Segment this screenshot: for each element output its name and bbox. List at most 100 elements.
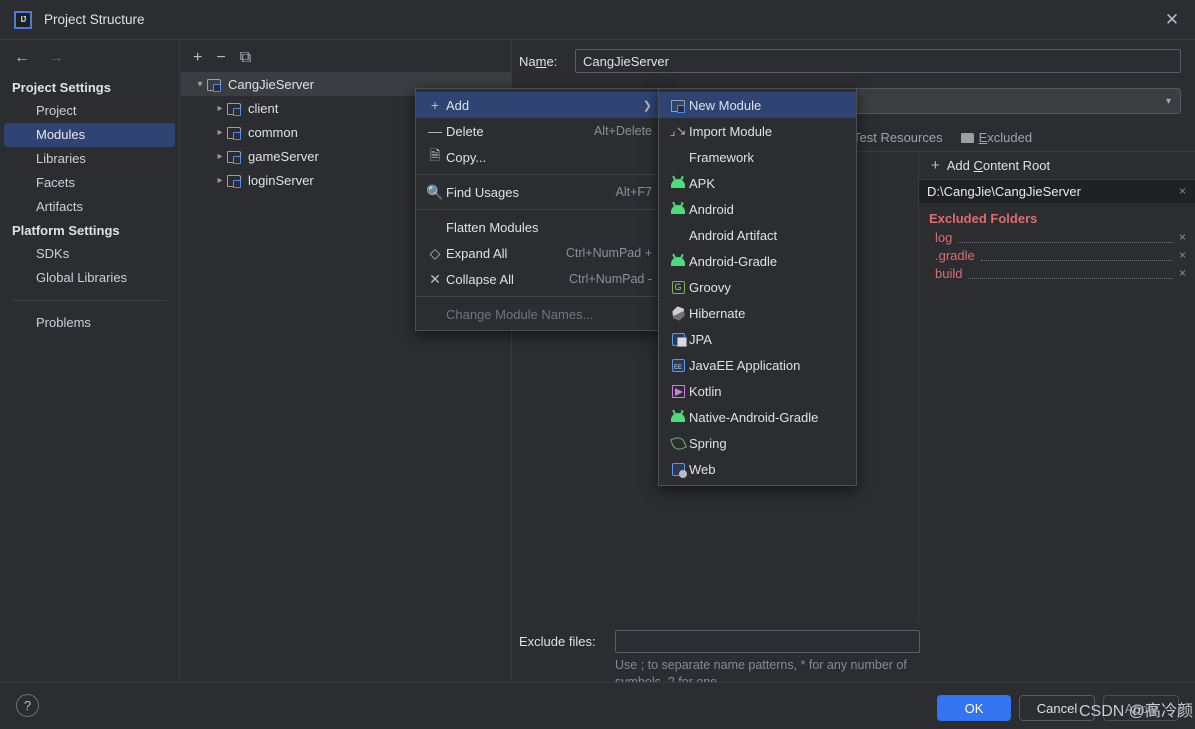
android-icon <box>667 178 689 188</box>
submenu-item-jpa[interactable]: JPA <box>659 326 856 352</box>
android-icon <box>667 412 689 422</box>
tab-label: Test Resources <box>853 130 943 145</box>
sidebar-group-platform-settings: Platform Settings <box>12 223 120 238</box>
project-structure-dialog: IJ Project Structure ✕ ← → Project Setti… <box>0 0 1195 729</box>
submenu-item-android-gradle[interactable]: Android-Gradle <box>659 248 856 274</box>
sidebar-item-libraries[interactable]: Libraries <box>4 147 175 171</box>
menu-item-shortcut: Ctrl+NumPad + <box>565 246 652 260</box>
spring-icon <box>667 434 689 452</box>
submenu-item-new-module[interactable]: New Module <box>659 92 856 118</box>
excluded-folder-name: log <box>935 229 953 245</box>
submenu-item-label: Groovy <box>689 279 731 295</box>
submenu-item-apk[interactable]: APK <box>659 170 856 196</box>
submenu-item-android[interactable]: Android <box>659 196 856 222</box>
excluded-folder-row[interactable]: .gradle × <box>919 246 1195 264</box>
submenu-item-label: Kotlin <box>689 383 722 399</box>
remove-excluded-folder-icon[interactable]: × <box>1179 248 1195 262</box>
help-button[interactable]: ? <box>16 694 39 717</box>
title-bar: IJ Project Structure ✕ <box>0 0 1195 40</box>
menu-item-change-module-names: Change Module Names... <box>416 301 662 327</box>
module-icon <box>667 99 689 113</box>
ok-button[interactable]: OK <box>937 695 1011 721</box>
submenu-item-hibernate[interactable]: Hibernate <box>659 300 856 326</box>
menu-item-label: Flatten Modules <box>446 219 539 235</box>
add-content-root-label: Add Content Root <box>946 158 1051 173</box>
submenu-item-javaee-application[interactable]: EE JavaEE Application <box>659 352 856 378</box>
sidebar-item-artifacts[interactable]: Artifacts <box>4 195 175 219</box>
menu-item-delete[interactable]: — Delete Alt+Delete <box>416 118 662 144</box>
submenu-item-label: Framework <box>689 149 755 165</box>
kotlin-icon <box>667 384 689 398</box>
module-name-input[interactable] <box>575 49 1181 73</box>
remove-excluded-folder-icon[interactable]: × <box>1179 230 1195 244</box>
excluded-folder-row[interactable]: build × <box>919 264 1195 282</box>
tab-excluded[interactable]: Excluded <box>960 130 1033 151</box>
sidebar-item-sdks[interactable]: SDKs <box>4 242 175 266</box>
menu-item-flatten-modules[interactable]: Flatten Modules <box>416 214 662 240</box>
content-roots-pane: + Add Content Root D:\CangJie\CangJieSer… <box>919 152 1195 622</box>
dotted-leader <box>958 232 1173 243</box>
settings-sidebar: ← → Project Settings Project Modules Lib… <box>0 40 180 681</box>
sidebar-item-project[interactable]: Project <box>4 99 175 123</box>
excluded-folder-name: .gradle <box>935 247 975 263</box>
copy-module-icon[interactable]: ⧉ <box>240 50 251 66</box>
remove-content-root-icon[interactable]: × <box>1179 180 1186 203</box>
menu-item-label: Expand All <box>446 245 508 261</box>
plus-icon: + <box>430 97 440 113</box>
submenu-item-label: JPA <box>689 331 712 347</box>
remove-module-icon[interactable]: − <box>216 50 225 66</box>
menu-item-find-usages[interactable]: 🔍 Find Usages Alt+F7 <box>416 179 662 205</box>
dotted-leader <box>980 250 1173 261</box>
module-context-menu: + Add ❯ — Delete Alt+Delete 🗎 Copy... 🔍 … <box>415 88 663 331</box>
menu-separator <box>416 174 662 175</box>
close-icon[interactable]: ✕ <box>1149 0 1195 40</box>
submenu-item-kotlin[interactable]: Kotlin <box>659 378 856 404</box>
chevron-right-icon[interactable]: ▸ <box>213 151 227 162</box>
submenu-item-import-module[interactable]: ⌟↘ Import Module <box>659 118 856 144</box>
sidebar-item-facets[interactable]: Facets <box>4 171 175 195</box>
folder-icon <box>960 132 974 143</box>
exclude-files-label: Exclude files: <box>519 634 596 649</box>
submenu-item-native-android-gradle[interactable]: Native-Android-Gradle <box>659 404 856 430</box>
chevron-down-icon[interactable]: ▾ <box>193 79 207 90</box>
import-icon: ⌟↘ <box>669 123 687 138</box>
plus-icon: + <box>931 157 940 174</box>
menu-item-add[interactable]: + Add ❯ <box>416 92 662 118</box>
menu-item-label: Add <box>446 97 470 113</box>
submenu-item-android-artifact[interactable]: Android Artifact <box>659 222 856 248</box>
sidebar-item-modules[interactable]: Modules <box>4 123 175 147</box>
chevron-down-icon[interactable]: ▾ <box>1166 96 1171 107</box>
forward-arrow-icon[interactable]: → <box>48 49 64 67</box>
sidebar-item-problems[interactable]: Problems <box>4 311 175 335</box>
javaee-icon: EE <box>667 358 689 372</box>
submenu-item-spring[interactable]: Spring <box>659 430 856 456</box>
tab-test-resources[interactable]: Test Resources <box>853 130 943 151</box>
copy-icon: 🗎 <box>429 147 441 163</box>
submenu-item-web[interactable]: Web <box>659 456 856 482</box>
android-icon <box>667 204 689 214</box>
remove-excluded-folder-icon[interactable]: × <box>1179 266 1195 280</box>
content-root-path-label: D:\CangJie\CangJieServer <box>927 184 1081 199</box>
sidebar-item-global-libraries[interactable]: Global Libraries <box>4 266 175 290</box>
submenu-item-label: Web <box>689 461 716 477</box>
cancel-button[interactable]: Cancel <box>1019 695 1095 721</box>
submenu-item-groovy[interactable]: G Groovy <box>659 274 856 300</box>
chevron-right-icon[interactable]: ▸ <box>213 127 227 138</box>
tab-label: Excluded <box>978 130 1033 145</box>
module-icon <box>227 126 242 140</box>
back-arrow-icon[interactable]: ← <box>14 49 30 67</box>
apply-button[interactable]: Apply <box>1103 695 1179 721</box>
submenu-item-framework[interactable]: Framework <box>659 144 856 170</box>
excluded-folder-row[interactable]: log × <box>919 228 1195 246</box>
content-root-path[interactable]: D:\CangJie\CangJieServer × <box>919 180 1195 203</box>
add-module-icon[interactable]: + <box>193 50 202 66</box>
menu-item-copy[interactable]: 🗎 Copy... <box>416 144 662 170</box>
menu-item-collapse-all[interactable]: ✕ Collapse All Ctrl+NumPad - <box>416 266 662 292</box>
add-content-root-button[interactable]: + Add Content Root <box>919 152 1195 180</box>
chevron-right-icon[interactable]: ▸ <box>213 103 227 114</box>
menu-item-label: Find Usages <box>446 184 519 200</box>
chevron-right-icon[interactable]: ▸ <box>213 175 227 186</box>
exclude-files-input[interactable] <box>615 630 920 653</box>
menu-item-expand-all[interactable]: ◇ Expand All Ctrl+NumPad + <box>416 240 662 266</box>
menu-separator <box>416 209 662 210</box>
